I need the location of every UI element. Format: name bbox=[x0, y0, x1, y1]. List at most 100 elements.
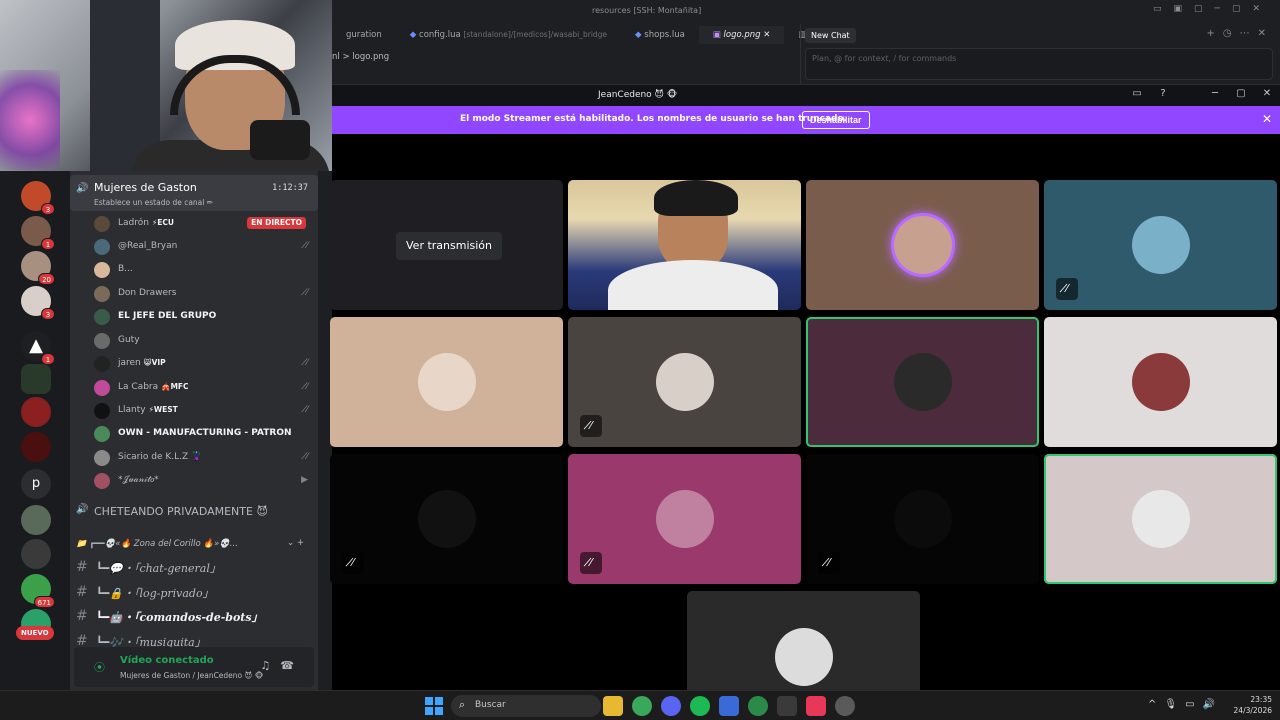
chat-toolbar-icons[interactable]: +◷⋯✕ bbox=[1207, 28, 1274, 39]
add-channel-icon[interactable]: ⌄ + bbox=[287, 538, 304, 548]
video-tile[interactable] bbox=[806, 180, 1039, 310]
voice-member[interactable]: jaren 😸VIP ⁄̸ bbox=[94, 353, 312, 375]
member-name: *𝒥𝓊𝒶𝓃𝒾𝓉𝑜* bbox=[118, 475, 159, 485]
voice-member[interactable]: Sicario de K.L.Z 🦹 ⁄̸ bbox=[94, 447, 312, 469]
server-icon[interactable]: 20 bbox=[21, 251, 55, 285]
voice-member[interactable]: B... bbox=[94, 259, 312, 281]
minimize-icon[interactable]: ─ bbox=[1202, 88, 1228, 99]
video-tile[interactable]: ⁄̸ bbox=[806, 454, 1039, 584]
editor-tab[interactable]: ◆ config.lua [standalone]/[medicos]/wasa… bbox=[396, 26, 621, 44]
app-icon[interactable] bbox=[719, 696, 739, 716]
app-icon[interactable] bbox=[835, 696, 855, 716]
server-icon[interactable]: 1 bbox=[21, 216, 55, 250]
connection-channel[interactable]: Mujeres de Gaston / JeanCedeno 😈 🐵 bbox=[120, 671, 263, 680]
speaker-icon: 🔊 bbox=[76, 504, 89, 515]
avatar bbox=[893, 353, 952, 411]
voice-member[interactable]: Ladrón ⚡ECU EN DIRECTO bbox=[94, 213, 312, 235]
video-tile[interactable]: ⁄̸ bbox=[330, 454, 563, 584]
system-tray[interactable]: ^🎙▭🔊 bbox=[1148, 699, 1223, 710]
ai-chat-panel: New Chat +◷⋯✕ Plan, @ for context, / for… bbox=[800, 24, 1280, 84]
taskbar-search[interactable]: ⌕ Buscar bbox=[451, 695, 601, 717]
video-tile[interactable]: ⁄̸ bbox=[1044, 180, 1277, 310]
clock-time: 23:35 bbox=[1250, 695, 1272, 704]
video-tile[interactable] bbox=[687, 591, 920, 690]
voice-member[interactable]: EL JEFE DEL GRUPO bbox=[94, 306, 312, 328]
disconnect-icon[interactable]: ♫☎ bbox=[260, 659, 304, 672]
server-icon[interactable] bbox=[21, 397, 51, 427]
voice-member[interactable]: OWN - MANUFACTURING - PATRON bbox=[94, 423, 312, 445]
lua-file-icon: ◆ bbox=[409, 30, 420, 40]
avatar bbox=[94, 286, 110, 302]
editor-tab-active[interactable]: ▣ logo.png ✕ bbox=[698, 26, 785, 44]
channel-status[interactable]: Establece un estado de canal ✏ bbox=[94, 198, 213, 207]
editor-tab-bar: guration ◆ config.lua [standalone]/[medi… bbox=[332, 26, 820, 44]
close-tab-icon[interactable]: ✕ bbox=[763, 30, 770, 40]
channel-name: ┗━🤖・「comandos-de-bots」 bbox=[96, 611, 263, 624]
voice-member[interactable]: Don Drawers ⁄̸ bbox=[94, 283, 312, 305]
search-placeholder: Buscar bbox=[475, 700, 506, 710]
new-chat-tab[interactable]: New Chat bbox=[805, 28, 856, 43]
spotify-icon[interactable] bbox=[690, 696, 710, 716]
voice-member[interactable]: @Real_Bryan ⁄̸ bbox=[94, 236, 312, 258]
browser-icon[interactable] bbox=[748, 696, 768, 716]
muted-mic-icon: ⁄̸ bbox=[306, 241, 308, 251]
server-icon[interactable] bbox=[21, 539, 51, 569]
text-channel[interactable]: # ┗━🤖・「comandos-de-bots」 bbox=[74, 605, 314, 627]
triangle-server-icon[interactable]: ▲ 1 bbox=[21, 331, 55, 365]
mention-badge: 3 bbox=[41, 203, 55, 215]
watch-stream-button[interactable]: Ver transmisión bbox=[396, 232, 502, 260]
video-tile[interactable] bbox=[330, 317, 563, 447]
text-channel[interactable]: # ┗━💬・「chat-general」 bbox=[74, 556, 314, 578]
editor-tab[interactable]: ◆ shops.lua bbox=[621, 26, 699, 44]
windows-start-icon[interactable] bbox=[425, 697, 443, 715]
hash-icon: # bbox=[76, 559, 88, 575]
chrome-icon[interactable] bbox=[632, 696, 652, 716]
clock[interactable]: 23:35 24/3/2026 bbox=[1234, 694, 1272, 716]
channel-category[interactable]: 📁 ┏━━💀«🔥 Zona del Corillo 🔥»💀... ⌄ + bbox=[74, 537, 314, 555]
video-tile[interactable]: ⁄̸ bbox=[568, 317, 801, 447]
signal-icon[interactable]: ⦿ bbox=[94, 659, 105, 675]
close-icon[interactable]: ✕ bbox=[1254, 88, 1280, 99]
server-icon[interactable] bbox=[21, 505, 51, 535]
disable-streamer-mode-button[interactable]: Deshabilitar bbox=[802, 111, 870, 129]
server-icon[interactable] bbox=[21, 432, 51, 462]
voice-channel-item[interactable]: 🔊 CHETEANDO PRIVADAMENTE 😈 bbox=[74, 502, 314, 522]
inbox-icon[interactable]: ▭ bbox=[1124, 88, 1150, 99]
text-channel[interactable]: # ┗━🔒・「log-privado」 bbox=[74, 581, 314, 603]
video-tile-speaking[interactable] bbox=[806, 317, 1039, 447]
video-tile[interactable]: ⁄̸ bbox=[568, 454, 801, 584]
editor-window-controls[interactable]: ▭▣▢─▢✕ bbox=[1153, 4, 1272, 14]
avatar bbox=[94, 333, 110, 349]
server-icon-letter[interactable]: p bbox=[21, 469, 51, 499]
server-icon[interactable] bbox=[21, 364, 51, 394]
chat-input[interactable]: Plan, @ for context, / for commands bbox=[805, 48, 1273, 80]
stream-tile[interactable]: Ver transmisión bbox=[330, 180, 563, 310]
editor-icon[interactable] bbox=[777, 696, 797, 716]
tiktok-icon[interactable] bbox=[806, 696, 826, 716]
voice-member[interactable]: Llanty ⚡WEST ⁄̸ bbox=[94, 400, 312, 422]
lua-file-icon: ◆ bbox=[635, 30, 645, 40]
discord-icon[interactable] bbox=[661, 696, 681, 716]
video-tile-speaking[interactable] bbox=[1044, 454, 1277, 584]
search-icon: ⌕ bbox=[459, 698, 466, 711]
voice-member[interactable]: *𝒥𝓊𝒶𝓃𝒾𝓉𝑜* ▶ bbox=[94, 470, 312, 492]
video-tile[interactable] bbox=[1044, 317, 1277, 447]
server-icon[interactable]: 671 bbox=[21, 574, 55, 608]
close-icon[interactable]: ✕ bbox=[1262, 112, 1272, 126]
active-voice-channel[interactable]: 🔊 Mujeres de Gaston Establece un estado … bbox=[70, 175, 318, 211]
banner-text: El modo Streamer está habilitado. Los no… bbox=[460, 114, 848, 124]
maximize-icon[interactable]: ▢ bbox=[1228, 88, 1254, 99]
video-tile[interactable] bbox=[568, 180, 801, 310]
editor-tab[interactable]: guration bbox=[332, 26, 396, 44]
server-icon[interactable]: 3 bbox=[21, 286, 55, 320]
hash-icon: # bbox=[76, 608, 88, 624]
file-explorer-icon[interactable] bbox=[603, 696, 623, 716]
server-icon[interactable]: 3 bbox=[21, 181, 55, 215]
voice-member[interactable]: Guty bbox=[94, 330, 312, 352]
help-icon[interactable]: ? bbox=[1150, 88, 1176, 99]
muted-mic-icon: ⁄̸ bbox=[306, 288, 308, 298]
member-name: Llanty ⚡WEST bbox=[118, 405, 178, 415]
voice-member[interactable]: La Cabra 🎪MFC ⁄̸ bbox=[94, 377, 312, 399]
member-tag: ⚡ECU bbox=[151, 218, 174, 227]
avatar bbox=[94, 216, 110, 232]
